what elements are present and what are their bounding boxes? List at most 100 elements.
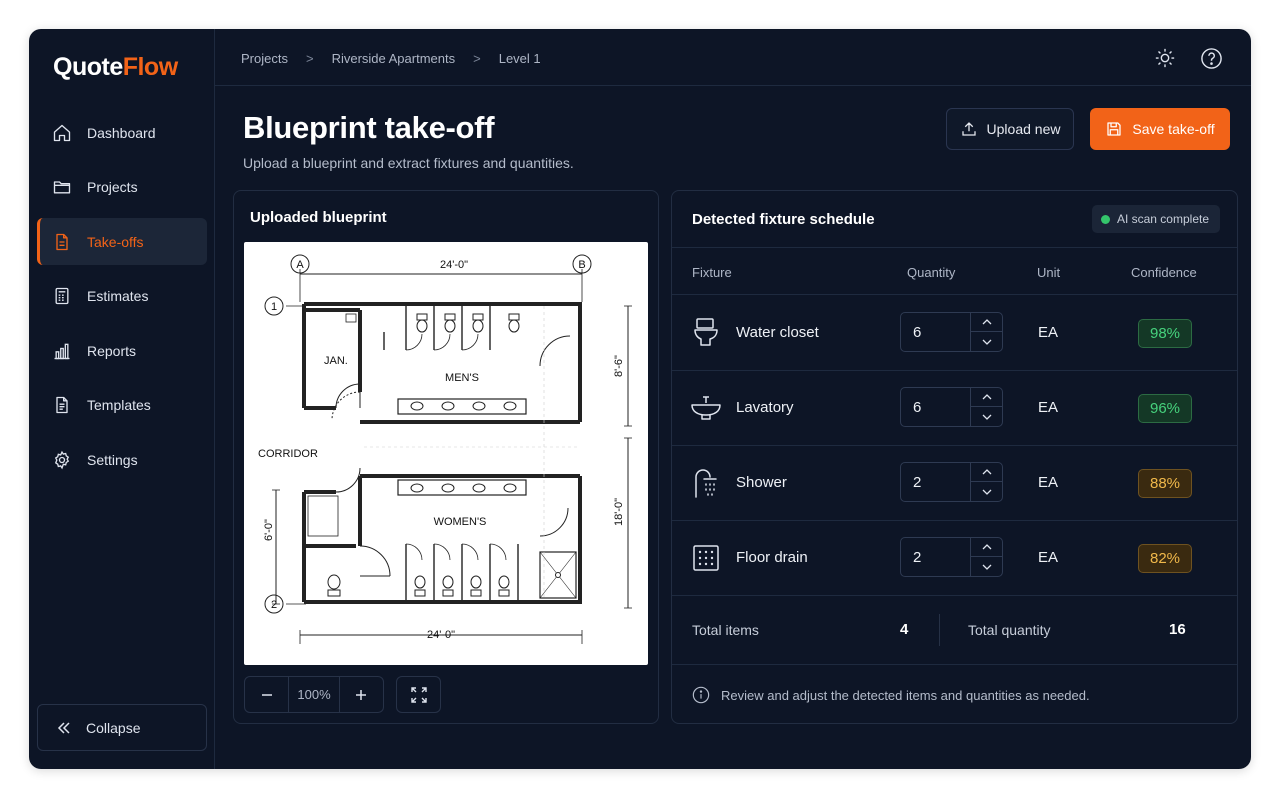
- chevron-up-icon: [982, 394, 991, 400]
- page-title: Blueprint take-off: [243, 110, 495, 145]
- table-row: Lavatory 6 EA 96%: [672, 370, 1237, 445]
- sidebar-item-label: Dashboard: [87, 124, 156, 141]
- chevron-up-icon: [982, 469, 991, 475]
- column-header-unit: Unit: [1037, 265, 1061, 280]
- bar-chart-icon: [52, 341, 72, 361]
- quantity-value[interactable]: 6: [913, 399, 921, 416]
- sidebar-item-reports[interactable]: Reports: [37, 327, 207, 374]
- breadcrumb-level-1[interactable]: Level 1: [499, 51, 541, 66]
- zoom-in-button[interactable]: [340, 677, 383, 712]
- total-quantity-value: 16: [1169, 621, 1186, 638]
- unit-value: EA: [1038, 474, 1059, 491]
- quantity-stepper[interactable]: 2: [900, 462, 1003, 502]
- quantity-stepper[interactable]: 2: [900, 537, 1003, 577]
- info-icon: [692, 686, 710, 704]
- sidebar-item-templates[interactable]: Templates: [37, 382, 207, 429]
- save-take-off-label: Save take-off: [1132, 121, 1215, 137]
- zoom-level: 100%: [288, 677, 340, 712]
- unit-value: EA: [1038, 549, 1059, 566]
- grid-label-2: 2: [271, 599, 277, 611]
- sidebar-item-projects[interactable]: Projects: [37, 164, 207, 211]
- unit-value: EA: [1038, 399, 1059, 416]
- increment-button[interactable]: [971, 463, 1002, 482]
- divider: [672, 247, 1237, 248]
- sidebar-item-dashboard[interactable]: Dashboard: [37, 109, 207, 156]
- increment-button[interactable]: [971, 538, 1002, 557]
- dimension-right-bottom: 18'-0": [613, 498, 625, 526]
- sidebar-item-label: Settings: [87, 451, 138, 468]
- dimension-right-top: 8'-6": [613, 355, 625, 377]
- floor-drain-icon: [690, 542, 722, 574]
- column-header-fixture: Fixture: [692, 265, 732, 280]
- column-header-confidence: Confidence: [1131, 265, 1197, 280]
- gear-icon: [52, 450, 72, 470]
- quantity-stepper[interactable]: 6: [900, 312, 1003, 352]
- help-icon[interactable]: [1199, 46, 1223, 70]
- breadcrumb-riverside-apartments[interactable]: Riverside Apartments: [332, 51, 456, 66]
- plus-icon: [356, 689, 367, 700]
- save-take-off-button[interactable]: Save take-off: [1090, 108, 1230, 150]
- sidebar: QuoteFlow Dashboard Projects Take-offs E…: [29, 29, 215, 769]
- fit-screen-button[interactable]: [396, 676, 441, 713]
- sidebar-item-estimates[interactable]: Estimates: [37, 273, 207, 320]
- shower-icon: [690, 467, 722, 499]
- fixture-name: Lavatory: [736, 399, 794, 416]
- quantity-stepper[interactable]: 6: [900, 387, 1003, 427]
- review-note-text: Review and adjust the detected items and…: [721, 687, 1090, 703]
- scan-status-label: AI scan complete: [1116, 212, 1209, 226]
- collapse-label: Collapse: [86, 719, 141, 736]
- fixture-name: Water closet: [736, 324, 819, 341]
- collapse-button[interactable]: Collapse: [37, 704, 207, 751]
- minus-icon: [261, 693, 272, 696]
- breadcrumb: Projects > Riverside Apartments > Level …: [241, 51, 541, 66]
- quantity-value[interactable]: 6: [913, 324, 921, 341]
- total-quantity-label: Total quantity: [968, 622, 1051, 638]
- sidebar-item-label: Take-offs: [87, 233, 144, 250]
- room-label-mens: MEN'S: [445, 372, 479, 384]
- upload-new-button[interactable]: Upload new: [946, 108, 1074, 150]
- chevron-right-icon: >: [473, 51, 481, 66]
- logo[interactable]: QuoteFlow: [53, 53, 178, 82]
- increment-button[interactable]: [971, 388, 1002, 407]
- confidence-badge: 82%: [1138, 544, 1192, 573]
- floor-plan-drawing: A B 1 2 24'-0" 24'-0" 8'-6" 18'-0" 6'-0"…: [258, 254, 632, 644]
- sidebar-item-label: Estimates: [87, 288, 149, 304]
- sidebar-item-label: Templates: [87, 397, 151, 413]
- column-header-quantity: Quantity: [907, 265, 956, 280]
- dimension-left: 6'-0": [263, 519, 275, 541]
- chevron-up-icon: [982, 544, 991, 550]
- blueprint-panel-title: Uploaded blueprint: [250, 209, 387, 226]
- sun-icon[interactable]: [1153, 46, 1177, 70]
- blueprint-image[interactable]: A B 1 2 24'-0" 24'-0" 8'-6" 18'-0" 6'-0"…: [244, 242, 648, 665]
- dimension-top: 24'-0": [440, 259, 468, 271]
- table-row: Floor drain 2 EA 82%: [672, 520, 1237, 595]
- fixture-name: Shower: [736, 474, 787, 491]
- decrement-button[interactable]: [971, 332, 1002, 351]
- confidence-badge: 98%: [1138, 319, 1192, 348]
- top-actions: [1153, 46, 1223, 70]
- decrement-button[interactable]: [971, 407, 1002, 426]
- top-bar: Projects > Riverside Apartments > Level …: [215, 29, 1251, 86]
- quantity-value[interactable]: 2: [913, 549, 921, 566]
- sidebar-item-take-offs[interactable]: Take-offs: [37, 218, 207, 265]
- chevron-down-icon: [982, 564, 991, 570]
- dimension-bottom: 24'-0": [427, 629, 455, 641]
- sink-icon: [690, 392, 722, 424]
- home-icon: [52, 123, 72, 143]
- divider: [672, 664, 1237, 665]
- blueprint-panel: Uploaded blueprint A B 1 2 24'-0" 24'-0"…: [233, 190, 659, 724]
- breadcrumb-projects[interactable]: Projects: [241, 51, 288, 66]
- zoom-out-button[interactable]: [245, 677, 288, 712]
- total-items-value: 4: [900, 621, 909, 638]
- table-row: Shower 2 EA 88%: [672, 445, 1237, 520]
- quantity-value[interactable]: 2: [913, 474, 921, 491]
- increment-button[interactable]: [971, 313, 1002, 332]
- fixture-name: Floor drain: [736, 549, 808, 566]
- decrement-button[interactable]: [971, 557, 1002, 576]
- decrement-button[interactable]: [971, 482, 1002, 501]
- chevron-down-icon: [982, 489, 991, 495]
- confidence-badge: 96%: [1138, 394, 1192, 423]
- schedule-title: Detected fixture schedule: [692, 211, 875, 228]
- room-label-corridor: CORRIDOR: [258, 448, 318, 460]
- sidebar-item-settings[interactable]: Settings: [37, 436, 207, 483]
